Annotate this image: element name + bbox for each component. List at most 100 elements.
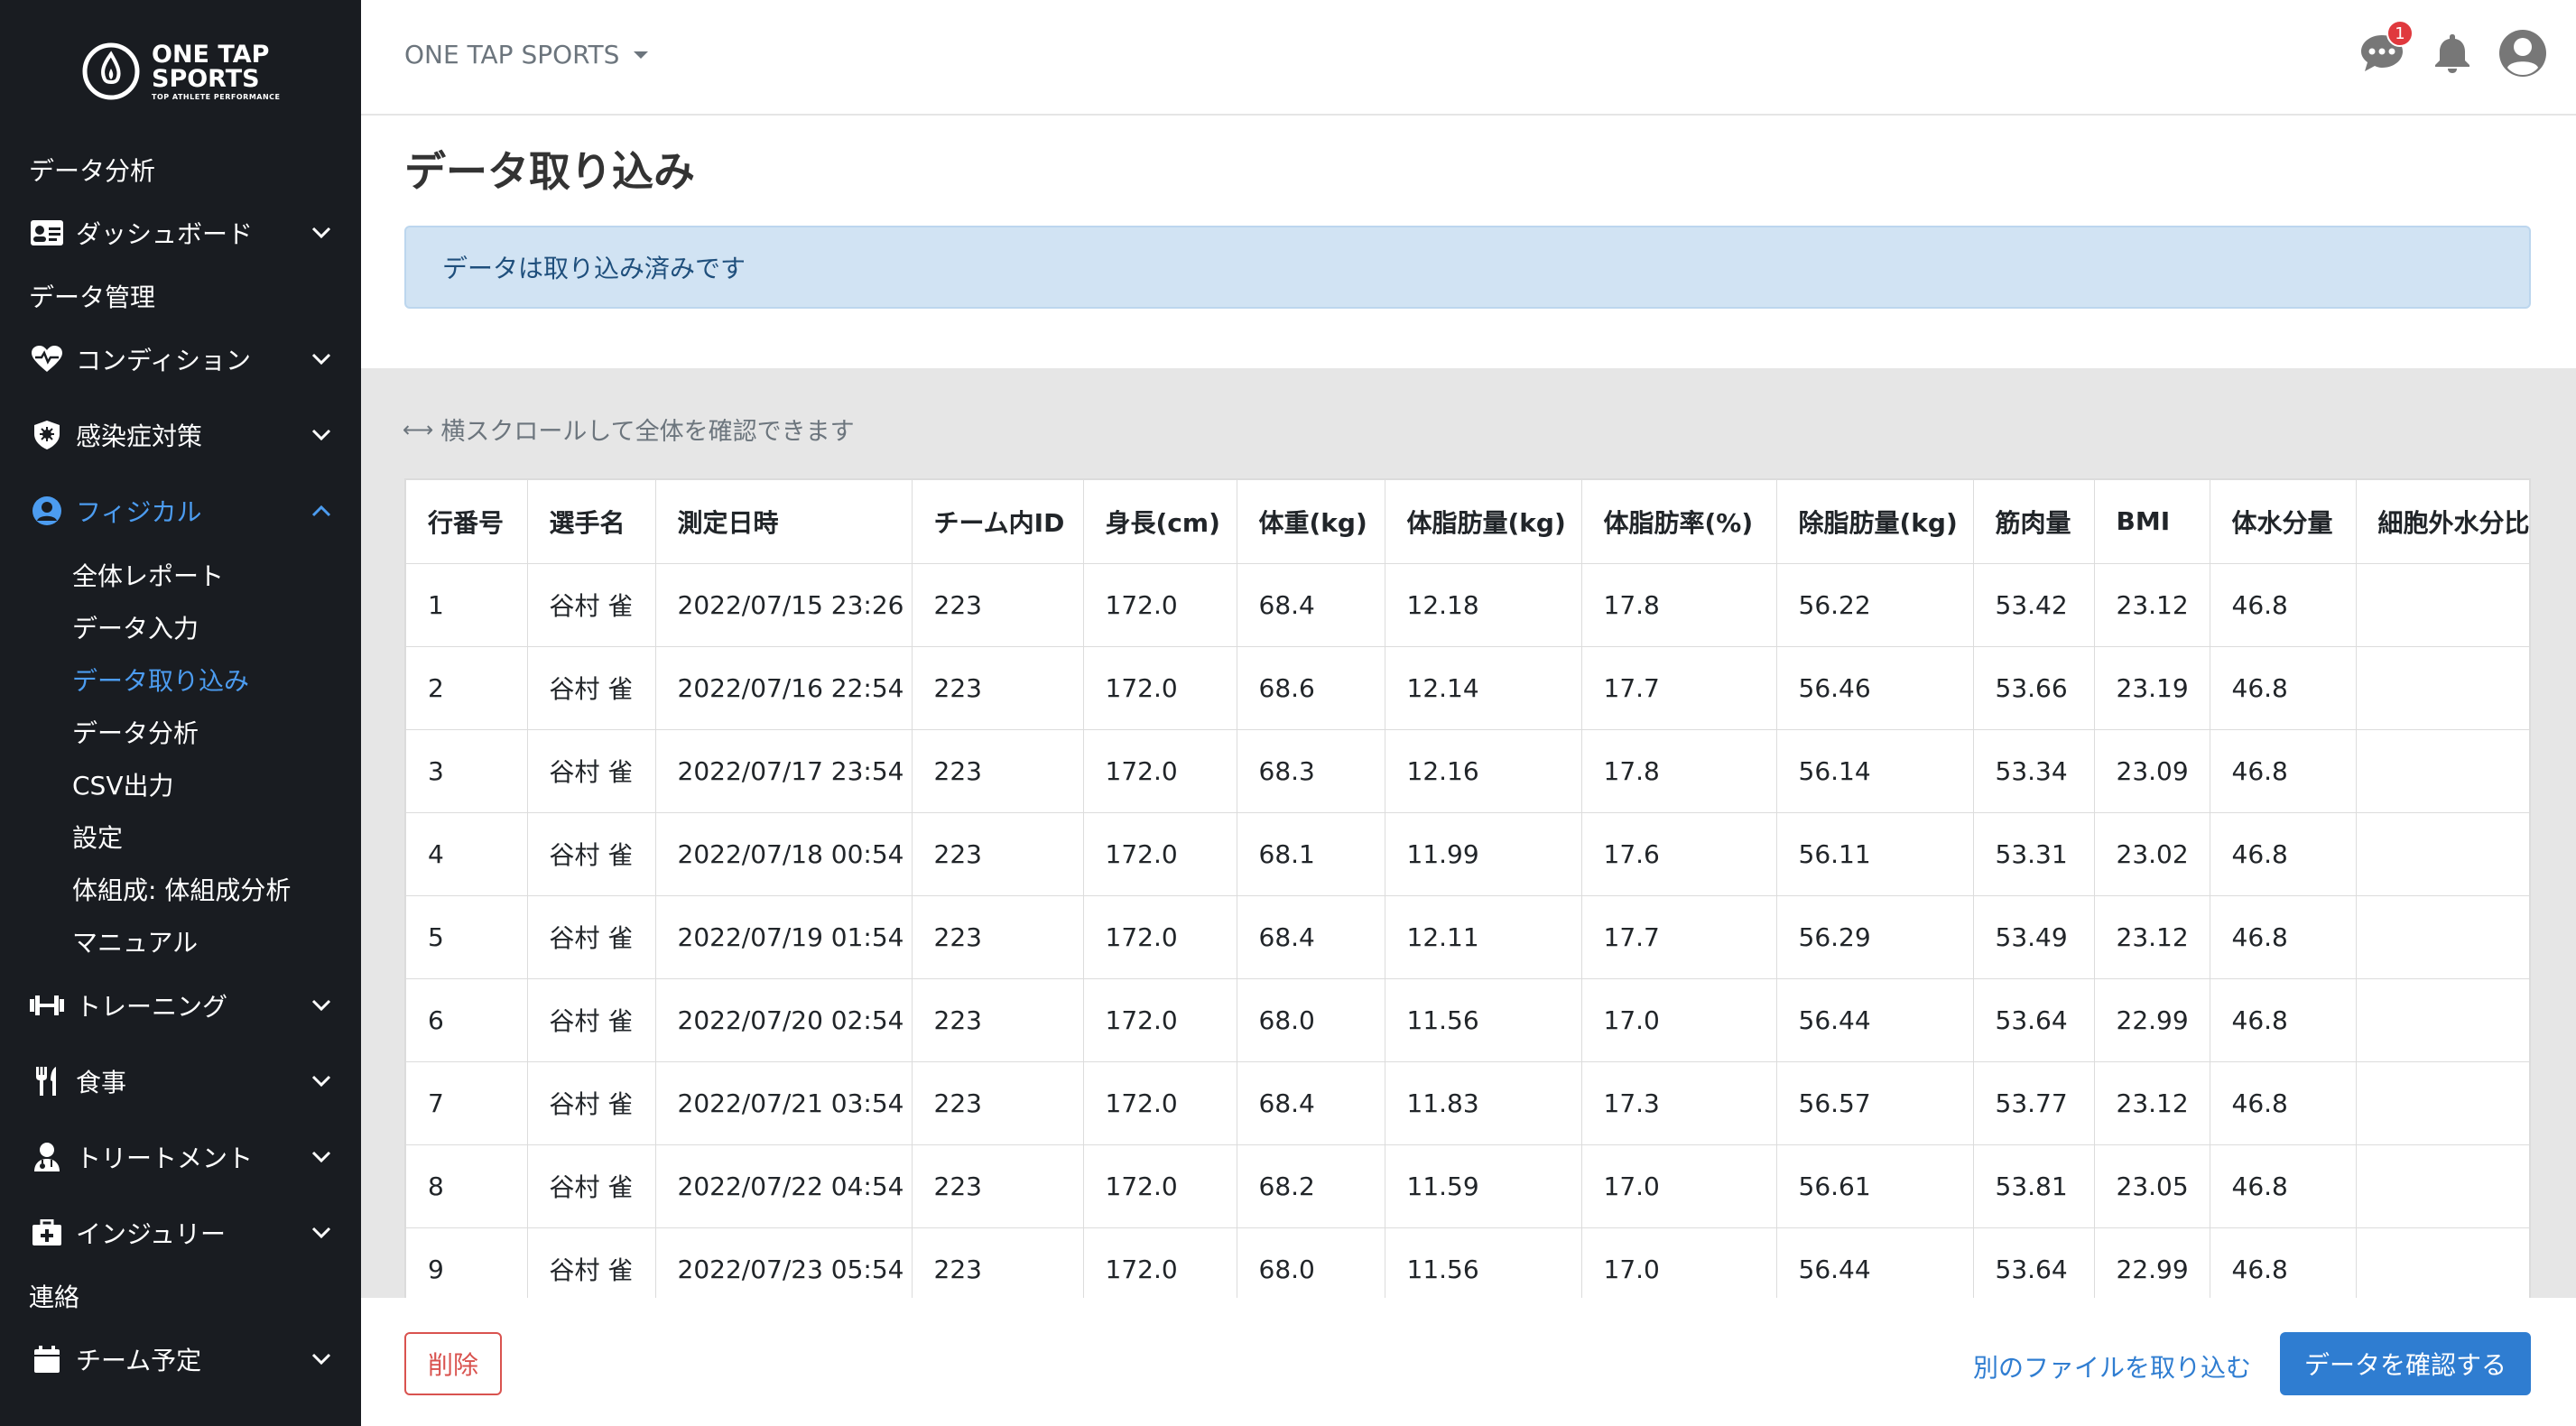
dumbbell-icon xyxy=(29,987,65,1023)
table-cell: 53.64 xyxy=(1973,1227,2095,1298)
team-selector[interactable]: ONE TAP SPORTS xyxy=(404,40,649,69)
table-cell: 22.99 xyxy=(2094,1227,2210,1298)
message-count-badge: 1 xyxy=(2386,20,2414,47)
submenu-item-data-entry[interactable]: データ入力 xyxy=(72,601,361,653)
submenu-item-data-import[interactable]: データ取り込み xyxy=(72,653,361,706)
table-cell: 172.0 xyxy=(1083,729,1237,813)
column-header: チーム内ID xyxy=(912,480,1084,564)
table-cell xyxy=(2356,1061,2529,1145)
table-cell: 68.0 xyxy=(1237,1227,1385,1298)
submenu-item-data-analysis[interactable]: データ分析 xyxy=(72,706,361,758)
user-doctor-icon xyxy=(29,1139,65,1175)
notifications-button[interactable] xyxy=(2426,27,2479,79)
table-cell: 53.64 xyxy=(1973,978,2095,1062)
chevron-down-icon xyxy=(309,347,334,372)
table-cell: 7 xyxy=(406,1061,528,1145)
table-cell: 56.61 xyxy=(1776,1144,1974,1228)
table-cell: 46.8 xyxy=(2210,1227,2357,1298)
import-table: 行番号 選手名 測定日時 チーム内ID 身長(cm) 体重(kg) 体脂肪量(k… xyxy=(406,480,2529,1298)
table-cell: 68.3 xyxy=(1237,729,1385,813)
table-cell: 53.31 xyxy=(1973,812,2095,896)
submenu-item-overall-report[interactable]: 全体レポート xyxy=(72,549,361,601)
table-cell: 172.0 xyxy=(1083,646,1237,730)
sidebar-item-physical[interactable]: フィジカル xyxy=(0,473,361,549)
sidebar-item-infection[interactable]: 感染症対策 xyxy=(0,397,361,473)
table-cell xyxy=(2356,1227,2529,1298)
chevron-down-icon xyxy=(309,993,334,1018)
messages-button[interactable]: 1 xyxy=(2356,20,2414,79)
table-row: 4 谷村 雀 2022/07/18 00:54 223 172.0 68.1 11.99 17… xyxy=(406,812,2529,896)
table-cell: 53.42 xyxy=(1973,563,2095,647)
confirm-data-button[interactable]: データを確認する xyxy=(2280,1332,2531,1395)
table-cell: 17.3 xyxy=(1581,1061,1777,1145)
sidebar-item-injury[interactable]: インジュリー xyxy=(0,1195,361,1271)
sidebar-item-treatment[interactable]: トリートメント xyxy=(0,1119,361,1195)
table-cell xyxy=(2356,563,2529,647)
table-cell: 23.12 xyxy=(2094,563,2210,647)
table-cell: 4 xyxy=(406,812,528,896)
sidebar-item-label: トレーニング xyxy=(76,992,228,1022)
table-cell: 172.0 xyxy=(1083,1144,1237,1228)
table-cell: 46.8 xyxy=(2210,729,2357,813)
table-cell: 68.4 xyxy=(1237,1061,1385,1145)
table-cell: 8 xyxy=(406,1144,528,1228)
sidebar-item-team-schedule[interactable]: チーム予定 xyxy=(0,1321,361,1397)
import-another-file-link[interactable]: 別のファイルを取り込む xyxy=(1973,1348,2251,1384)
submenu-item-csv-export[interactable]: CSV出力 xyxy=(72,758,361,810)
table-cell: 56.44 xyxy=(1776,1227,1974,1298)
table-row: 7 谷村 雀 2022/07/21 03:54 223 172.0 68.4 11.83 17… xyxy=(406,1061,2529,1145)
column-header: 選手名 xyxy=(527,480,656,564)
user-menu-button[interactable] xyxy=(2497,27,2549,79)
table-row: 3 谷村 雀 2022/07/17 23:54 223 172.0 68.3 12.16 17… xyxy=(406,729,2529,813)
table-cell: 3 xyxy=(406,729,528,813)
table-cell: 223 xyxy=(912,563,1084,647)
table-cell: 172.0 xyxy=(1083,1227,1237,1298)
chevron-down-icon xyxy=(309,422,334,448)
delete-button[interactable]: 削除 xyxy=(404,1332,502,1395)
scroll-hint: ⟷ 横スクロールして全体を確認できます xyxy=(403,412,855,447)
sidebar-item-label: トリートメント xyxy=(76,1144,254,1173)
column-header: 体脂肪量(kg) xyxy=(1385,480,1582,564)
column-header: 測定日時 xyxy=(655,480,913,564)
brand-tagline: TOP ATHLETE PERFORMANCE xyxy=(152,92,281,101)
table-cell: 46.8 xyxy=(2210,1061,2357,1145)
brand-text: ONE TAP SPORTS TOP ATHLETE PERFORMANCE xyxy=(152,42,281,101)
sidebar-item-training[interactable]: トレーニング xyxy=(0,968,361,1043)
table-cell: 2022/07/21 03:54 xyxy=(655,1061,913,1145)
page-title: データ取り込み xyxy=(404,147,695,196)
submenu-item-body-composition[interactable]: 体組成: 体組成分析 xyxy=(72,863,361,915)
table-cell: 223 xyxy=(912,1061,1084,1145)
brand-logo[interactable]: ONE TAP SPORTS TOP ATHLETE PERFORMANCE xyxy=(81,40,289,103)
sidebar-item-dashboard[interactable]: ダッシュボード xyxy=(0,195,361,271)
table-cell: 17.6 xyxy=(1581,812,1777,896)
app-root: ONE TAP SPORTS TOP ATHLETE PERFORMANCE デ… xyxy=(0,0,2576,1426)
column-header: BMI xyxy=(2094,480,2210,564)
sidebar-item-condition[interactable]: コンディション xyxy=(0,321,361,397)
user-avatar-icon xyxy=(2499,30,2546,77)
table-cell: 5 xyxy=(406,895,528,979)
table-cell xyxy=(2356,978,2529,1062)
table-cell: 11.83 xyxy=(1385,1061,1582,1145)
table-cell: 9 xyxy=(406,1227,528,1298)
table-cell: 223 xyxy=(912,729,1084,813)
sidebar-item-label: ダッシュボード xyxy=(76,219,254,249)
table-cell: 谷村 雀 xyxy=(527,895,656,979)
table-cell: 2022/07/20 02:54 xyxy=(655,978,913,1062)
table-cell: 46.8 xyxy=(2210,1144,2357,1228)
sidebar-item-meal[interactable]: 食事 xyxy=(0,1043,361,1119)
table-cell: 53.77 xyxy=(1973,1061,2095,1145)
table-cell: 2022/07/19 01:54 xyxy=(655,895,913,979)
column-header: 体水分量 xyxy=(2210,480,2357,564)
table-cell: 17.0 xyxy=(1581,978,1777,1062)
submenu-item-settings[interactable]: 設定 xyxy=(72,810,361,863)
import-table-scroll[interactable]: 行番号 選手名 測定日時 チーム内ID 身長(cm) 体重(kg) 体脂肪量(k… xyxy=(404,478,2531,1298)
submenu-item-manual[interactable]: マニュアル xyxy=(72,915,361,968)
table-row: 6 谷村 雀 2022/07/20 02:54 223 172.0 68.0 11.56 17… xyxy=(406,978,2529,1062)
table-cell: 56.11 xyxy=(1776,812,1974,896)
table-cell: 56.46 xyxy=(1776,646,1974,730)
sidebar-item-label: コンディション xyxy=(76,346,252,375)
nav-heading-management: データ管理 xyxy=(29,282,156,312)
table-cell: 68.1 xyxy=(1237,812,1385,896)
table-cell: 46.8 xyxy=(2210,812,2357,896)
chevron-up-icon xyxy=(309,498,334,523)
